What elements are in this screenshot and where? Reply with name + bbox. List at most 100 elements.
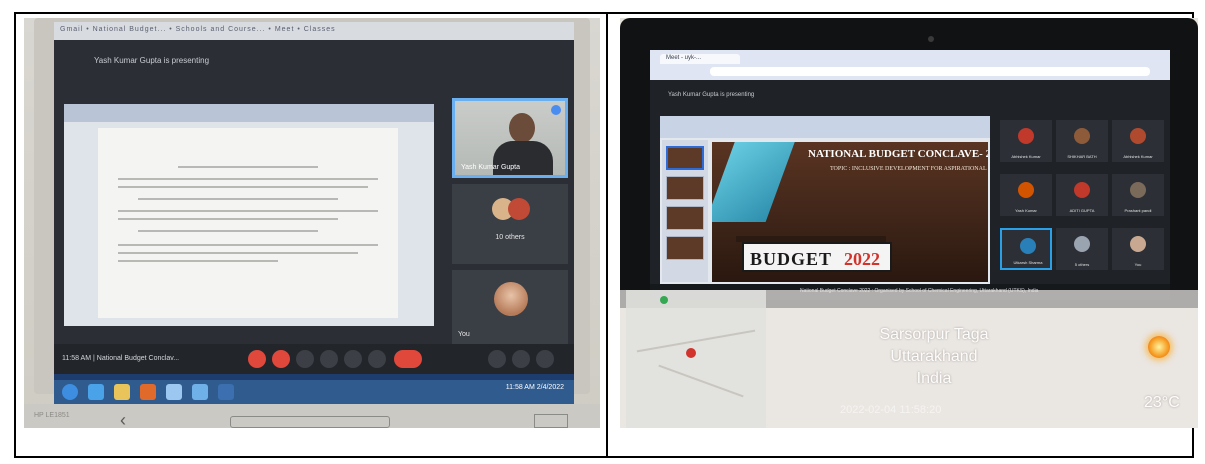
participant-name: SHIKHAR BATH: [1067, 154, 1097, 159]
participant-tile[interactable]: SHIKHAR BATH: [1056, 120, 1108, 162]
participant-avatar: [1130, 182, 1146, 198]
participant-tile[interactable]: ADITI GUPTA: [1056, 174, 1108, 216]
participant-name: Utkarsh Sharma: [1013, 260, 1043, 265]
slide-thumbnail[interactable]: [666, 146, 704, 170]
map-marker-icon: [660, 296, 668, 304]
map-thumbnail: [626, 290, 766, 428]
end-call-button[interactable]: [394, 350, 422, 368]
participant-name: ADITI GUPTA: [1069, 208, 1095, 213]
budget-year: 2022: [844, 249, 880, 269]
info-icon[interactable]: [488, 350, 506, 368]
participant-tile[interactable]: You: [1112, 228, 1164, 270]
participant-avatar: [1074, 236, 1090, 252]
slide-title: NATIONAL BUDGET CONCLAVE- 2022: [808, 148, 988, 160]
more-options-icon[interactable]: [368, 350, 386, 368]
participant-tile[interactable]: Abhishek Kumar: [1000, 120, 1052, 162]
participant-tile[interactable]: Prashant pandi: [1112, 174, 1164, 216]
meeting-time-title: 11:58 AM | National Budget Conclav...: [62, 355, 180, 362]
monitor-brand-label: HP LE1851: [34, 412, 70, 419]
start-button-icon[interactable]: [62, 384, 78, 400]
participant-tile[interactable]: 5 others: [1056, 228, 1108, 270]
speaking-indicator-icon: [551, 105, 561, 115]
people-icon[interactable]: [512, 350, 530, 368]
participant-avatar: [1074, 128, 1090, 144]
budget-box: BUDGET 2022: [742, 242, 892, 272]
weather-datetime: 2022-02-04 11:58:20: [840, 404, 942, 416]
others-count-label: 10 others: [495, 234, 525, 241]
app-icon[interactable]: [218, 384, 234, 400]
document-toolbar: [64, 104, 434, 122]
chrome-icon[interactable]: [166, 384, 182, 400]
participant-tile[interactable]: Utkarsh Sharma: [1000, 228, 1052, 270]
weather-region: Uttarakhand: [890, 348, 978, 365]
monitor-buttons: [230, 416, 390, 428]
presentation-window: NATIONAL BUDGET CONCLAVE- 2022 TOPIC : I…: [660, 116, 990, 284]
speaker-name: Yash Kumar Gupta: [461, 164, 521, 171]
presenting-banner: Yash Kumar Gupta is presenting: [668, 92, 755, 98]
captions-icon[interactable]: [296, 350, 314, 368]
firefox-icon[interactable]: [140, 384, 156, 400]
participant-avatar: [1074, 182, 1090, 198]
right-photo: Meet - uyk-... Yash Kumar Gupta is prese…: [620, 18, 1198, 428]
participant-name: Prashant pandi: [1124, 208, 1152, 213]
browser-tab-label: Meet - uyk-...: [666, 55, 702, 61]
monitor-screen: Gmail • National Budget... • Schools and…: [54, 22, 574, 380]
participant-tile[interactable]: Yash Kumar: [1000, 174, 1052, 216]
participant-avatar: [1018, 182, 1034, 198]
word-icon[interactable]: [192, 384, 208, 400]
speaker-head: [509, 113, 535, 143]
weather-location: Sarsorpur Taga: [879, 326, 989, 343]
present-icon[interactable]: [344, 350, 362, 368]
doc-line: [118, 210, 378, 212]
explorer-icon[interactable]: [114, 384, 130, 400]
self-tile[interactable]: You: [452, 270, 568, 344]
table-divider: [606, 12, 608, 458]
doc-line: [138, 230, 318, 232]
camera-off-icon[interactable]: [272, 350, 290, 368]
slide-decoration: [712, 142, 799, 222]
slide-thumbnail[interactable]: [666, 206, 704, 230]
slide-thumbnail-panel: [662, 140, 708, 282]
webcam-icon: [928, 36, 934, 42]
self-avatar: [494, 282, 528, 316]
chat-icon[interactable]: [536, 350, 554, 368]
doc-line: [118, 260, 278, 262]
others-avatars: [492, 198, 530, 224]
document-page: [98, 128, 398, 318]
participant-name: You: [1134, 262, 1142, 267]
address-bar[interactable]: [710, 67, 1150, 76]
sun-icon: [1148, 336, 1170, 358]
participant-avatar: [1130, 128, 1146, 144]
participant-name: Yash Kumar: [1015, 208, 1037, 213]
participant-name: Abhishek Kumar: [1011, 154, 1041, 159]
browser-tabs-text: Gmail • National Budget... • Schools and…: [60, 26, 336, 33]
slide-thumbnail[interactable]: [666, 176, 704, 200]
doc-line: [118, 218, 338, 220]
power-button-icon: [534, 414, 568, 428]
map-road: [636, 329, 756, 353]
ie-icon[interactable]: [88, 384, 104, 400]
doc-line: [178, 166, 318, 168]
doc-line: [118, 178, 378, 180]
doc-line: [118, 252, 358, 254]
others-tile[interactable]: 10 others: [452, 184, 568, 264]
raise-hand-icon[interactable]: [320, 350, 338, 368]
taskbar-clock: 11:58 AM 2/4/2022: [505, 384, 564, 391]
shared-document-window: [64, 104, 434, 326]
speaker-tile[interactable]: Yash Kumar Gupta: [452, 98, 568, 178]
browser-tab-bar: Gmail • National Budget... • Schools and…: [54, 22, 574, 40]
bezel-logo-curve: ‹: [120, 410, 126, 428]
presenting-banner: Yash Kumar Gupta is presenting: [94, 56, 210, 65]
weather-overlay: Sarsorpur Taga Uttarakhand India 23°C 20…: [620, 290, 1198, 428]
location-pin-icon: [686, 348, 696, 358]
slide-thumbnail[interactable]: [666, 236, 704, 260]
speaker-body: [493, 141, 553, 175]
weather-temperature: 23°C: [1144, 394, 1180, 411]
participant-avatar: [1018, 128, 1034, 144]
mic-off-icon[interactable]: [248, 350, 266, 368]
participant-avatar: [1130, 236, 1146, 252]
participant-tile[interactable]: Abhishek Kumar: [1112, 120, 1164, 162]
meeting-control-bar: 11:58 AM | National Budget Conclav...: [54, 344, 574, 374]
doc-line: [118, 186, 368, 188]
doc-line: [118, 244, 378, 246]
